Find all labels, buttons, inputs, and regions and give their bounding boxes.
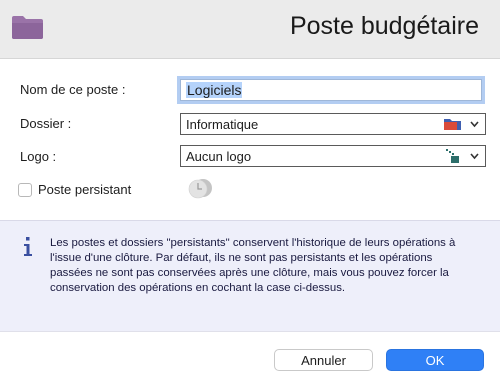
clock-icon — [188, 179, 212, 199]
persistent-label[interactable]: Poste persistant — [38, 182, 131, 197]
name-input-value: Logiciels — [186, 82, 243, 98]
dialog-header: Poste budgétaire — [0, 0, 500, 59]
folder-select[interactable]: Informatique — [180, 113, 486, 135]
cancel-button[interactable]: Annuler — [274, 349, 373, 371]
folder-icon — [444, 119, 461, 130]
name-input[interactable]: Logiciels — [177, 76, 485, 104]
name-label: Nom de ce poste : — [20, 82, 126, 97]
dialog-title: Poste budgétaire — [289, 12, 479, 40]
logo-select-value: Aucun logo — [186, 149, 252, 164]
chevron-down-icon — [470, 153, 479, 160]
folder-label: Dossier : — [20, 116, 72, 131]
persistent-checkbox[interactable] — [18, 183, 32, 197]
chevron-down-icon — [470, 121, 479, 128]
info-icon — [24, 237, 32, 256]
info-text: Les postes et dossiers "persistants" con… — [50, 237, 456, 294]
logo-select[interactable]: Aucun logo — [180, 145, 486, 167]
no-logo-icon — [446, 149, 459, 163]
ok-button[interactable]: OK — [386, 349, 484, 371]
logo-label: Logo : — [20, 149, 57, 164]
folder-icon — [12, 16, 43, 39]
folder-select-value: Informatique — [186, 117, 259, 132]
